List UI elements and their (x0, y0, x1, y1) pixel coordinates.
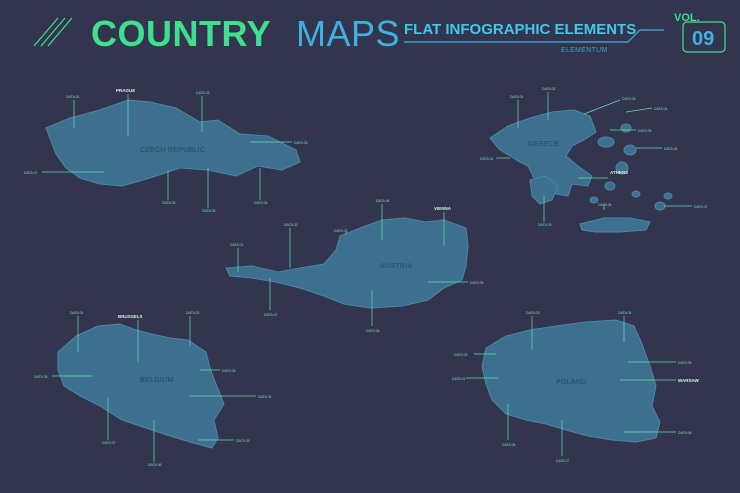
data-label: DATA 03 (334, 229, 348, 233)
data-label: DATA 05 (236, 439, 250, 443)
data-label: DATA 04 (258, 395, 272, 399)
slash-deco-1 (33, 17, 59, 47)
map-austria: AUSTRIA VIENNA DATA 01 DATA 02 DATA 03 D… (225, 199, 484, 333)
title-accent: MAPS (296, 13, 400, 54)
data-label: DATA 01 (510, 95, 524, 99)
data-label: DATA 04 (618, 311, 632, 315)
city-label: BRUSSELS (118, 314, 143, 319)
data-label: DATA 06 (678, 431, 692, 435)
map-czech-republic: CZECH REPUBLIC PRAGUE DATA 01 DATA 02 DA… (24, 88, 308, 213)
island-shape (663, 192, 673, 200)
data-label: DATA 07 (556, 459, 570, 463)
map-greece: GREECE ATHENS DATA 01 DATA 02 DATA 03 DA… (480, 87, 708, 233)
data-label: DATA 02 (542, 87, 556, 91)
data-label: DATA 09 (538, 223, 552, 227)
country-name: CZECH REPUBLIC (140, 147, 205, 154)
data-label: DATA 06 (148, 463, 162, 467)
data-label: DATA 08 (34, 375, 48, 379)
country-name: BELGIUM (140, 377, 174, 384)
brand-name: ELEMENTUM (561, 47, 608, 54)
czech-shape (45, 99, 301, 187)
maps-svg: COUNTRY MAPS FLAT INFOGRAPHIC ELEMENTS E… (24, 12, 726, 467)
title-main: COUNTRY (91, 13, 271, 54)
country-name: GREECE (528, 141, 559, 148)
data-label: DATA 01 (480, 157, 494, 161)
data-label: DATA 03 (294, 141, 308, 145)
data-label: DATA 08 (598, 203, 612, 207)
data-label: DATA 04 (376, 199, 390, 203)
island-shape (620, 123, 632, 133)
leader-3 (583, 99, 621, 115)
data-label: DATA 05 (470, 281, 484, 285)
data-label: DATA 07 (102, 441, 116, 445)
slash-deco-3 (47, 17, 73, 47)
data-label: DATA 05 (202, 209, 216, 213)
belgium-shape (57, 323, 225, 449)
data-label: DATA 02 (196, 91, 210, 95)
data-label: DATA 07 (264, 313, 278, 317)
city-label: VIENNA (434, 206, 452, 211)
vol-number: 09 (692, 28, 714, 50)
island-shape (597, 136, 615, 148)
data-label: DATA 02 (186, 311, 200, 315)
island-shape (604, 181, 616, 191)
data-label: DATA 07 (694, 205, 708, 209)
data-label: DATA 01 (230, 243, 244, 247)
subtitle: FLAT INFOGRAPHIC ELEMENTS (404, 21, 636, 38)
data-label: DATA 02 (284, 223, 298, 227)
data-label: DATA 02 (454, 353, 468, 357)
city-label: ATHENS (610, 170, 628, 175)
island-shape (631, 190, 641, 198)
data-label: DATA 06 (162, 201, 176, 205)
city-label: PRAGUE (116, 88, 135, 93)
island-shape (654, 201, 666, 211)
data-label: DATA 05 (638, 129, 652, 133)
data-label: DATA 03 (622, 97, 636, 101)
data-label: DATA 03 (222, 369, 236, 373)
data-label: DATA 08 (502, 443, 516, 447)
city-label: WARSAW (678, 378, 700, 383)
data-label: DATA 01 (452, 377, 466, 381)
country-name: AUSTRIA (380, 263, 412, 270)
data-label: DATA 01 (66, 95, 80, 99)
data-label: DATA 05 (678, 361, 692, 365)
greece-crete-shape (579, 217, 651, 233)
data-label: DATA 04 (254, 201, 268, 205)
leader-4 (625, 107, 653, 113)
slash-deco-2 (40, 17, 66, 47)
header: COUNTRY MAPS FLAT INFOGRAPHIC ELEMENTS E… (33, 12, 726, 54)
data-label: DATA 06 (664, 147, 678, 151)
infographic-canvas: COUNTRY MAPS FLAT INFOGRAPHIC ELEMENTS E… (0, 0, 740, 493)
data-label: DATA 03 (526, 311, 540, 315)
data-label: DATA 01 (70, 311, 84, 315)
island-shape (589, 196, 599, 204)
map-belgium: BELGIUM BRUSSELS DATA 01 DATA 02 DATA 03… (34, 311, 272, 467)
country-name: POLAND (556, 379, 587, 386)
data-label: DATA 06 (366, 329, 380, 333)
data-label: DATA 04 (654, 107, 668, 111)
island-shape (623, 144, 637, 156)
map-poland: POLAND WARSAW DATA 01 DATA 02 DATA 03 DA… (452, 311, 700, 463)
data-label: DATA 07 (24, 171, 38, 175)
